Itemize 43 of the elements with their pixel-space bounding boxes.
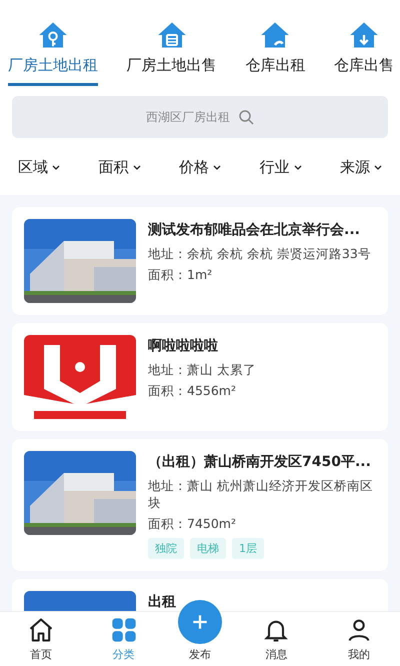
filter-dropdown[interactable]: 价格 bbox=[169, 158, 231, 177]
category-tab[interactable]: 厂房土地出租 bbox=[8, 20, 98, 86]
nav-tab[interactable]: 消息 bbox=[235, 612, 318, 666]
listing-address: 地址：萧山 太累了 bbox=[148, 361, 257, 378]
filter-dropdown[interactable]: 面积 bbox=[88, 158, 150, 177]
nav-tab[interactable]: 首页 bbox=[0, 612, 82, 666]
house-icon bbox=[260, 20, 290, 50]
listing-title: 出租 bbox=[147, 593, 177, 611]
caret-icon bbox=[374, 164, 382, 170]
publish-button[interactable] bbox=[178, 600, 222, 644]
house-icon bbox=[38, 20, 68, 50]
house-icon bbox=[348, 20, 379, 50]
listing-card[interactable]: 啊啦啦啦啦 地址：萧山 太累了 面积：4556m² bbox=[12, 323, 388, 431]
listing-area: 面积：4556m² bbox=[148, 382, 376, 399]
filter-dropdown[interactable]: 区域 bbox=[8, 158, 70, 177]
caret-icon bbox=[213, 164, 221, 170]
category-tab[interactable]: 厂房土地出售 bbox=[126, 20, 217, 86]
feature-tag: 独院 bbox=[148, 538, 184, 559]
caret-icon bbox=[294, 164, 302, 170]
listing-area: 面积：1m² bbox=[148, 266, 376, 283]
listing-title: 测试发布郁唯品会在北京举行会... bbox=[147, 220, 361, 240]
nav-tab[interactable]: 发布 bbox=[181, 647, 220, 666]
filter-dropdown[interactable]: 来源 bbox=[330, 158, 392, 177]
listing-area: 面积：7450m² bbox=[148, 515, 376, 532]
feature-tag: 电梯 bbox=[190, 538, 226, 559]
filter-dropdown[interactable]: 行业 bbox=[250, 158, 312, 177]
listing-card[interactable]: （出租）萧山桥南开发区7450平... 地址：萧山 杭州萧山经济开发区桥南区块 面积：7450m² 独院 电梯 1层 bbox=[12, 439, 388, 571]
category-tab[interactable]: 仓库出租 bbox=[245, 20, 306, 86]
feature-tag: 1层 bbox=[232, 538, 264, 559]
listing-card[interactable]: 出租 bbox=[12, 579, 388, 611]
listing-address: 地址：萧山 杭州萧山经济开发区桥南区块 bbox=[148, 477, 374, 511]
search-field[interactable]: 西湖区厂房出租 bbox=[12, 96, 388, 138]
category-tab[interactable]: 仓库出售 bbox=[334, 20, 394, 86]
nav-tab[interactable]: 我的 bbox=[318, 612, 400, 666]
house-icon bbox=[156, 20, 187, 50]
search-icon bbox=[238, 109, 254, 125]
caret-icon bbox=[132, 164, 140, 170]
listing-address: 地址：余杭 余杭 余杭 崇贤运河路33号 bbox=[148, 245, 372, 262]
listing-title: 啊啦啦啦啦 bbox=[147, 337, 219, 356]
listing-card[interactable]: 测试发布郁唯品会在北京举行会... 地址：余杭 余杭 余杭 崇贤运河路33号 面积：1m² bbox=[12, 207, 388, 315]
caret-icon bbox=[52, 164, 60, 170]
listing-title: （出租）萧山桥南开发区7450平... bbox=[147, 453, 372, 472]
grid-icon bbox=[110, 616, 138, 644]
